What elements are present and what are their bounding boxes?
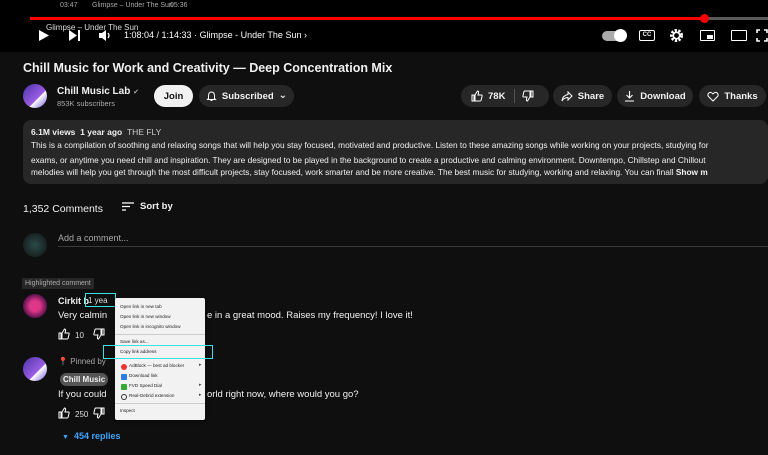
chevron-down-icon: ⌄ — [278, 90, 288, 101]
next-icon[interactable] — [68, 29, 81, 42]
add-comment-input[interactable]: Add a comment... — [58, 233, 129, 243]
bell-icon — [206, 90, 217, 101]
download-button[interactable]: Download — [617, 85, 693, 107]
thanks-button[interactable]: Thanks — [699, 85, 766, 107]
menu-save-link-as[interactable]: Save link as... — [120, 339, 149, 344]
context-menu: Open link in new tab Open link in new wi… — [115, 298, 205, 420]
progress-scrubber[interactable] — [700, 14, 709, 23]
thanks-heart-icon — [707, 91, 719, 102]
menu-adblock[interactable]: AdBlock — best ad blocker — [129, 363, 184, 368]
description-meta: 6.1M views 1 year ago THE FLY — [31, 127, 161, 137]
menu-separator — [115, 334, 205, 335]
download-icon — [625, 91, 635, 102]
settings-gear-icon[interactable] — [669, 28, 684, 43]
thumbnail-chapter: Glimpse – Under The Sun — [92, 2, 173, 9]
adblock-icon — [121, 364, 127, 370]
chapter-title[interactable]: · Glimpse - Under The Sun — [194, 30, 301, 40]
theater-icon[interactable] — [731, 30, 747, 41]
miniplayer-icon[interactable] — [700, 30, 715, 41]
comments-count: 1,352 Comments — [23, 203, 103, 215]
channel-name[interactable]: Chill Music Lab ✔ — [57, 86, 139, 97]
menu-inspect[interactable]: Inspect — [120, 408, 135, 413]
chapter-chevron-icon[interactable]: › — [304, 30, 307, 40]
fullscreen-icon[interactable] — [756, 29, 768, 42]
like-count[interactable]: 78K — [488, 91, 505, 102]
pin-icon: 📍 — [58, 357, 68, 366]
pinned-label: 📍 Pinned by — [58, 357, 106, 366]
description-line-3: melodies will help you get through the m… — [31, 167, 708, 177]
pinned-text-left: If you could — [58, 389, 107, 400]
share-label: Share — [577, 90, 605, 102]
captions-icon[interactable]: CC — [639, 30, 655, 41]
chevron-down-icon: ▼ — [62, 434, 69, 441]
volume-icon[interactable] — [98, 29, 112, 42]
comment-dislike-icon[interactable] — [93, 328, 105, 340]
share-button[interactable]: Share — [553, 85, 612, 107]
thumbnail-time-right: 05:36 — [170, 2, 188, 9]
pinned-author-chip[interactable]: Chill Music — [60, 373, 109, 386]
pinned-dislike-icon[interactable] — [93, 407, 105, 419]
menu-separator — [115, 403, 205, 404]
sort-by-label: Sort by — [140, 201, 173, 212]
join-button[interactable]: Join — [154, 85, 193, 107]
like-dislike-group: 78K — [461, 85, 549, 107]
replies-toggle[interactable]: ▼ 454 replies — [62, 431, 120, 441]
subscriber-count: 853K subscribers — [57, 99, 115, 108]
description-tag[interactable]: THE FLY — [127, 127, 161, 137]
commenter-avatar[interactable] — [23, 294, 47, 318]
sort-by-button[interactable]: Sort by — [122, 201, 173, 212]
menu-fvd-speed-dial[interactable]: FVD Speed Dial — [129, 383, 162, 388]
pinned-text-right: orld right now, where would you go? — [207, 389, 359, 400]
comment-like-count: 10 — [75, 331, 84, 340]
menu-open-incognito[interactable]: Open link in incognito window — [120, 324, 181, 329]
sort-icon — [122, 202, 134, 211]
add-comment-underline — [58, 246, 768, 247]
pinned-avatar[interactable] — [23, 357, 47, 381]
submenu-arrow-icon: ▸ — [199, 362, 202, 368]
time-display: 1:08:04 / 1:14:33 · Glimpse - Under The … — [124, 30, 307, 40]
play-icon[interactable] — [38, 29, 50, 42]
fvd-icon — [121, 384, 127, 390]
subscribed-label: Subscribed — [221, 90, 274, 102]
copy-link-highlight — [103, 345, 213, 359]
channel-avatar[interactable] — [23, 84, 47, 108]
submenu-arrow-icon: ▸ — [199, 382, 202, 388]
view-count: 6.1M views — [31, 127, 76, 137]
pinned-like-count: 250 — [75, 410, 89, 419]
autoplay-toggle-knob — [614, 29, 627, 42]
progress-bar-fill — [30, 17, 704, 20]
comment-text-left: Very calmin — [58, 310, 108, 321]
comment-timestamp-link[interactable]: 1 yea — [85, 293, 116, 307]
download-label: Download — [640, 90, 686, 102]
video-title: Chill Music for Work and Creativity — De… — [23, 61, 393, 75]
download-ext-icon — [121, 374, 127, 380]
dislike-icon[interactable] — [522, 90, 534, 102]
verified-icon: ✔ — [133, 89, 139, 96]
show-more-link[interactable]: Show m — [676, 167, 708, 177]
like-icon[interactable] — [471, 90, 483, 102]
subscribed-button[interactable]: Subscribed ⌄ — [199, 85, 294, 107]
description-line-1: This is a compilation of soothing and re… — [31, 140, 709, 150]
user-avatar — [23, 233, 47, 257]
menu-download-link[interactable]: Download link — [129, 373, 158, 378]
upload-age: 1 year ago — [80, 127, 123, 137]
share-icon — [561, 90, 573, 101]
menu-real-debrid[interactable]: Real-Debrid extension — [129, 393, 174, 398]
real-debrid-icon — [121, 394, 127, 400]
menu-open-new-tab[interactable]: Open link in new tab — [120, 304, 162, 309]
comment-text-right: e in a great mood. Raises my frequency! … — [207, 310, 413, 321]
highlighted-comment-badge: Highlighted comment — [22, 278, 94, 289]
comment-like-icon[interactable] — [58, 328, 70, 340]
pinned-like-icon[interactable] — [58, 407, 70, 419]
thumbnail-time-left: 03:47 — [60, 2, 78, 9]
submenu-arrow-icon: ▸ — [199, 392, 202, 398]
description-line-2: exams, or anytime you need chill and ins… — [31, 155, 706, 165]
thanks-label: Thanks — [724, 90, 758, 102]
menu-open-new-window[interactable]: Open link in new window — [120, 314, 171, 319]
